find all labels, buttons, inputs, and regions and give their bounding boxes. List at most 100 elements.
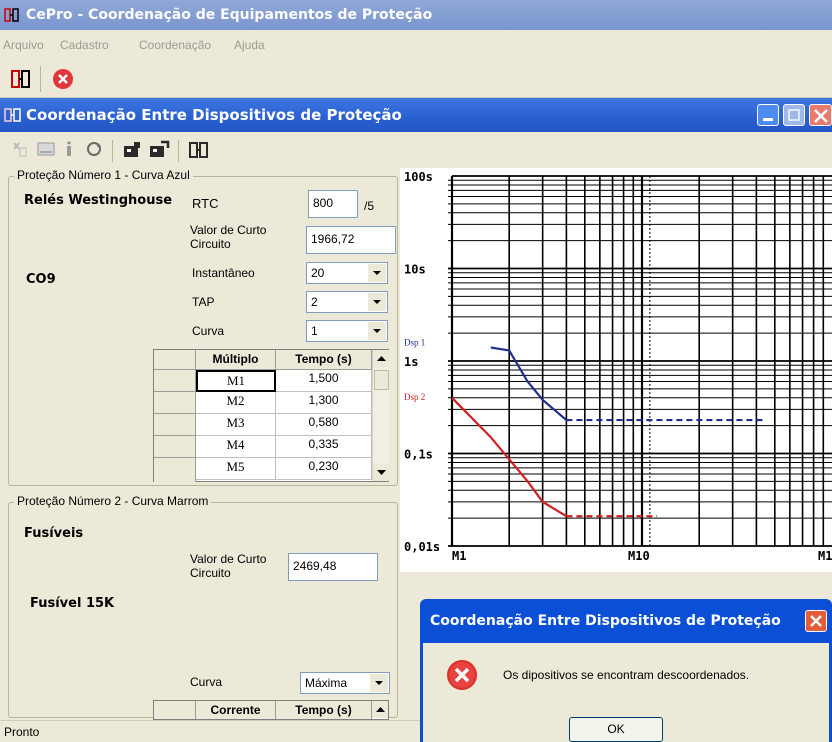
short-circuit-label-2-line2: Circuito xyxy=(190,566,231,580)
maximize-button[interactable] xyxy=(783,104,805,126)
chevron-down-icon[interactable] xyxy=(370,674,388,692)
status-bar xyxy=(0,720,420,742)
grid-header-multiple[interactable]: Múltiplo xyxy=(196,350,276,370)
child-window-title: Coordenação Entre Dispositivos de Proteç… xyxy=(26,106,402,124)
info-icon[interactable] xyxy=(62,140,76,158)
chart-series-label: Dsp 2 xyxy=(404,392,425,402)
grid-header-time-2[interactable]: Tempo (s) xyxy=(276,701,372,719)
minimize-icon xyxy=(763,118,773,121)
table-row-1-time[interactable]: 1,500 xyxy=(276,370,372,392)
table-row-2-multiple[interactable]: M2 xyxy=(196,392,276,414)
chevron-down-icon[interactable] xyxy=(368,293,386,311)
chevron-down-icon[interactable] xyxy=(368,322,386,340)
table-row-1-multiple[interactable]: M1 xyxy=(196,370,276,392)
rtc-label: RTC xyxy=(192,196,219,211)
coordination-chart[interactable]: 100s 10s 1s 0,1s 0,01s M1 M10 M100 Dsp 1 Dsp 2 xyxy=(400,168,832,572)
menu-bar xyxy=(0,30,832,60)
grid-header-current[interactable]: Corrente xyxy=(196,701,276,719)
curve-value-1: 1 xyxy=(311,324,318,338)
coordinate-icon[interactable] xyxy=(188,140,210,160)
dialog-close-button[interactable] xyxy=(805,610,827,632)
scroll-up-icon[interactable] xyxy=(373,350,390,367)
tap-label: TAP xyxy=(192,295,215,309)
child-window-icon xyxy=(4,108,21,122)
grid-header-time[interactable]: Tempo (s) xyxy=(276,350,372,370)
toolbar-separator xyxy=(112,140,113,162)
short-circuit-label-line1: Valor de Curto xyxy=(190,223,267,237)
table-row-5-time[interactable]: 0,230 xyxy=(276,458,372,480)
toolbar-separator xyxy=(40,66,41,92)
menu-cadastro[interactable]: Cadastro xyxy=(60,38,109,52)
rtc-suffix: /5 xyxy=(364,199,375,213)
chart-y-tick-label: 1s xyxy=(404,355,418,369)
relay-type-label: Relés Westinghouse xyxy=(24,193,173,208)
scroll-up-icon[interactable] xyxy=(372,701,389,718)
minimize-button[interactable] xyxy=(757,104,779,126)
chart-x-tick-label: M1 xyxy=(452,549,466,563)
chart-series-label: Dsp 1 xyxy=(404,337,425,347)
table-row-3-multiple[interactable]: M3 xyxy=(196,414,276,436)
tap-value: 2 xyxy=(311,295,318,309)
table-row-2-time[interactable]: 1,300 xyxy=(276,392,372,414)
exit-icon[interactable] xyxy=(52,68,74,90)
menu-coordenacao[interactable]: Coordenação xyxy=(139,38,211,52)
curve-select-2[interactable]: Máxima xyxy=(300,672,390,694)
dialog-message: Os dipositivos se encontram descoordenad… xyxy=(503,668,750,682)
curve-label-2: Curva xyxy=(190,675,223,689)
device-add-icon[interactable] xyxy=(122,140,144,160)
grid-row-headers xyxy=(154,370,196,482)
instantaneous-select[interactable]: 20 xyxy=(306,262,388,284)
app-title: CePro - Coordenação de Equipamentos de P… xyxy=(26,7,433,23)
toolbar-separator xyxy=(178,140,179,162)
curve-value-2: Máxima xyxy=(305,676,348,690)
grid-scrollbar[interactable] xyxy=(372,350,390,481)
instantaneous-label: Instantâneo xyxy=(192,266,255,280)
short-circuit-label-line2: Circuito xyxy=(190,237,231,251)
menu-arquivo[interactable]: Arquivo xyxy=(3,38,44,52)
chart-x-tick-label: M10 xyxy=(628,549,650,563)
dialog-title: Coordenação Entre Dispositivos de Proteç… xyxy=(430,613,781,629)
chart-y-tick-label: 0,1s xyxy=(404,448,433,462)
error-icon xyxy=(447,660,477,690)
close-icon xyxy=(814,109,828,123)
scroll-thumb[interactable] xyxy=(374,370,389,390)
short-circuit-label-2-line1: Valor de Curto xyxy=(190,552,267,566)
scroll-down-icon[interactable] xyxy=(373,464,390,481)
ok-button[interactable]: OK xyxy=(569,717,663,742)
close-icon xyxy=(810,615,822,627)
table-row-4-multiple[interactable]: M4 xyxy=(196,436,276,458)
grid-row-header-corner xyxy=(154,701,196,719)
chart-y-tick-label: 10s xyxy=(404,263,426,277)
grid-row-header-corner xyxy=(154,350,196,370)
chart-icon[interactable] xyxy=(36,140,56,158)
group-2-caption: Proteção Número 2 - Curva Marrom xyxy=(14,494,212,508)
rtc-input[interactable]: 800 xyxy=(308,190,358,218)
multiples-grid[interactable]: Múltiplo Tempo (s) M1 1,500 M2 1,300 M3 … xyxy=(153,349,390,482)
short-circuit-input-1[interactable]: 1966,72 xyxy=(306,226,396,254)
new-icon[interactable] xyxy=(10,140,28,158)
chart-y-tick-label: 0,01s xyxy=(404,540,440,554)
maximize-icon xyxy=(788,109,800,121)
group-1-caption: Proteção Número 1 - Curva Azul xyxy=(14,168,193,182)
relay-model-label: CO9 xyxy=(26,272,56,287)
app-toolbar xyxy=(0,60,832,98)
table-row-3-time[interactable]: 0,580 xyxy=(276,414,372,436)
refresh-icon[interactable] xyxy=(84,140,104,158)
coordination-icon[interactable] xyxy=(10,68,32,90)
chart-y-tick-label: 100s xyxy=(404,170,433,184)
chart-x-tick-label: M100 xyxy=(818,549,832,563)
table-row-5-multiple[interactable]: M5 xyxy=(196,458,276,480)
curve-select-1[interactable]: 1 xyxy=(306,320,388,342)
curve-label-1: Curva xyxy=(192,324,225,338)
chevron-down-icon[interactable] xyxy=(368,264,386,282)
short-circuit-input-2[interactable]: 2469,48 xyxy=(288,553,378,581)
close-button[interactable] xyxy=(809,104,832,126)
fuse-type-label: Fusíveis xyxy=(24,526,84,541)
table-row-4-time[interactable]: 0,335 xyxy=(276,436,372,458)
tap-select[interactable]: 2 xyxy=(306,291,388,313)
menu-ajuda[interactable]: Ajuda xyxy=(234,38,265,52)
device-edit-icon[interactable] xyxy=(148,140,170,160)
instantaneous-value: 20 xyxy=(311,266,325,280)
status-text: Pronto xyxy=(4,725,40,739)
current-grid[interactable]: Corrente Tempo (s) xyxy=(153,700,389,720)
